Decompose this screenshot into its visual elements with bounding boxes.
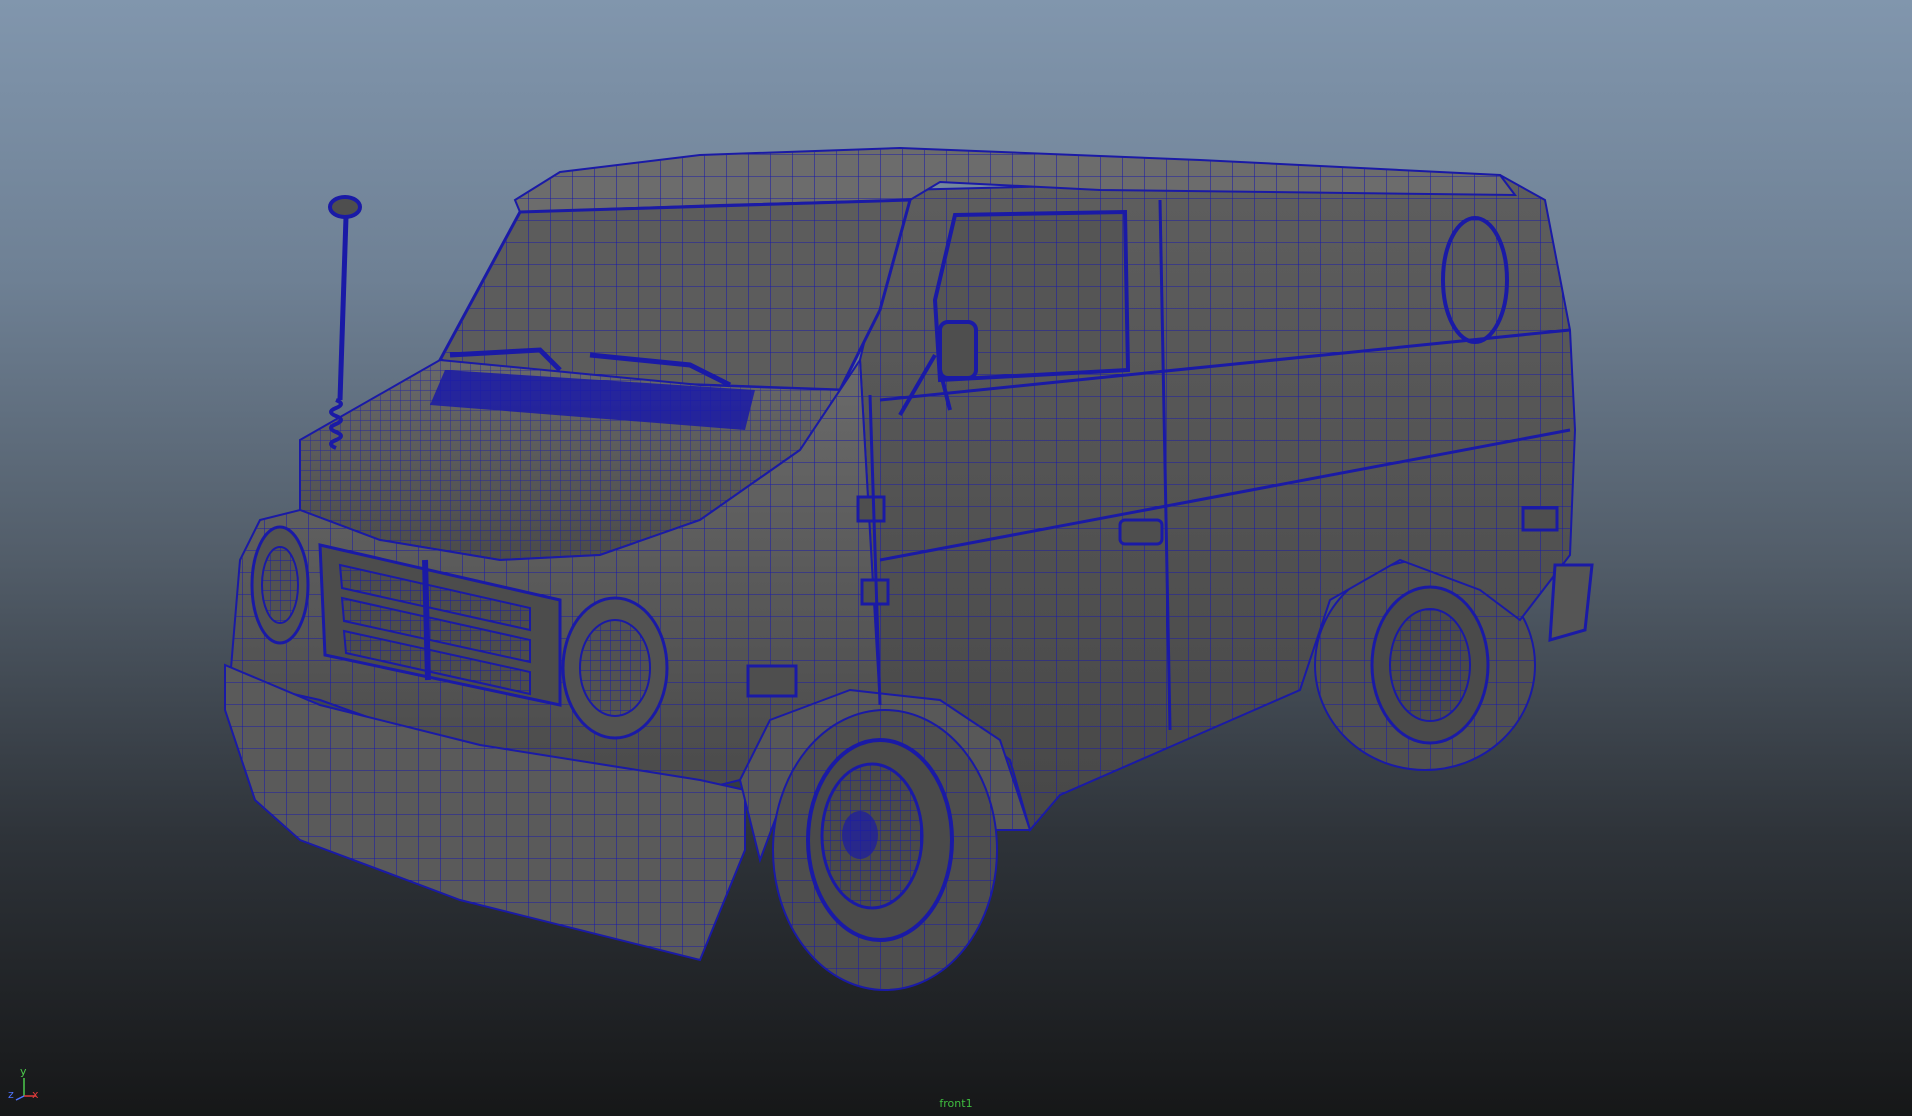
left-headlight <box>250 525 310 645</box>
rear-bumper <box>1548 563 1594 643</box>
maya-viewport[interactable]: y z x front1 <box>0 0 1912 1116</box>
rear-side-marker <box>1521 506 1559 532</box>
door-handle <box>1118 518 1164 546</box>
door-hinge-upper <box>856 495 886 523</box>
front-wheel <box>772 709 998 991</box>
van-wireframe-model[interactable] <box>0 0 1912 1116</box>
right-headlight <box>561 596 669 740</box>
axis-y-label: y <box>20 1065 27 1078</box>
front-side-marker <box>746 664 798 698</box>
camera-name-label: front1 <box>939 1097 973 1110</box>
